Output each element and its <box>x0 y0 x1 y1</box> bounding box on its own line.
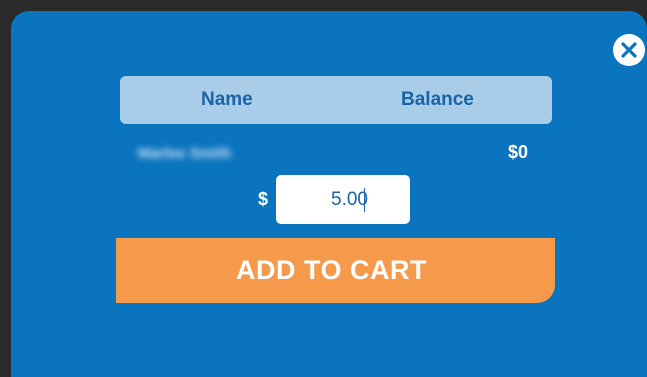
amount-input[interactable] <box>276 175 410 224</box>
table-row: Marlee Smith $0 <box>120 136 552 170</box>
close-button[interactable] <box>613 34 645 66</box>
account-holder-name: Marlee Smith <box>138 144 232 162</box>
column-header-name: Name <box>201 89 253 110</box>
close-icon <box>621 42 637 58</box>
column-header-balance: Balance <box>401 89 474 110</box>
text-caret <box>364 188 365 212</box>
name-cell: Marlee Smith <box>138 140 288 166</box>
table-header: Name Balance <box>120 76 552 124</box>
balance-value: $0 <box>508 142 529 162</box>
add-to-cart-button[interactable]: ADD TO CART <box>116 238 555 303</box>
add-to-cart-label: ADD TO CART <box>236 255 427 285</box>
currency-symbol: $ <box>258 189 269 209</box>
